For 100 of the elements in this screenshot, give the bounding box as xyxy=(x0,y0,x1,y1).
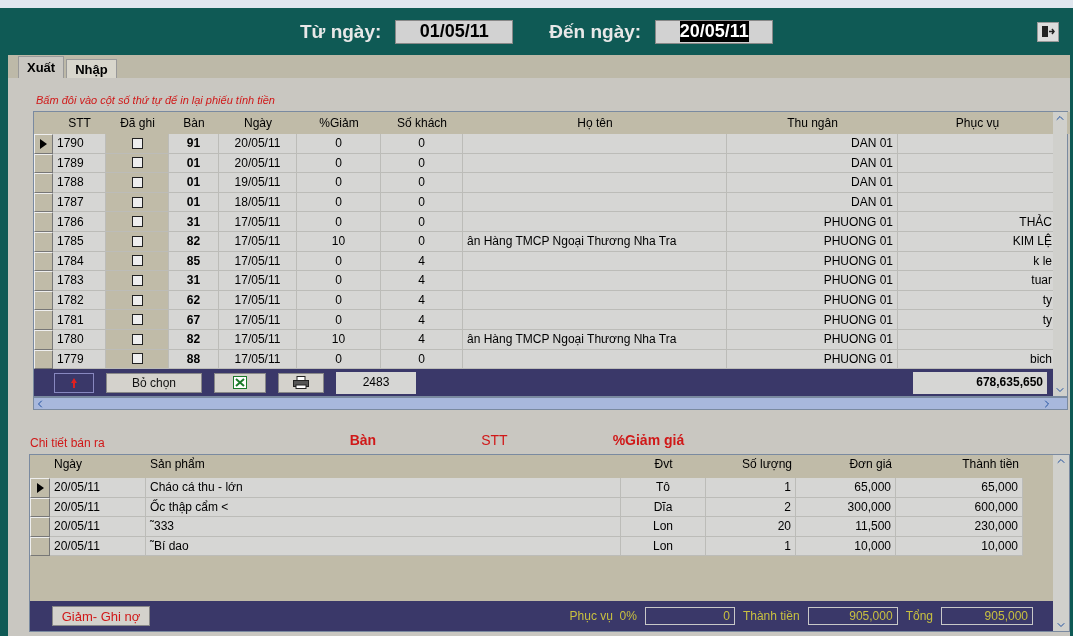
table-cell: 300,000 xyxy=(796,497,896,518)
table-cell: 1790 xyxy=(53,134,106,154)
discount-debt-button[interactable]: Giảm- Ghi nợ xyxy=(52,606,150,627)
table-cell: 0 xyxy=(381,212,463,232)
total-label: Tổng xyxy=(905,609,933,624)
checkbox[interactable] xyxy=(131,255,143,267)
tab[interactable]: Nhập xyxy=(66,59,117,78)
table-cell: 0 xyxy=(297,251,381,272)
marker-button[interactable] xyxy=(54,372,94,393)
table-cell: 17/05/11 xyxy=(219,290,297,311)
discount-label: %Giảm giá xyxy=(612,432,685,449)
table-cell: PHUONG 01 xyxy=(727,212,898,232)
checkbox[interactable] xyxy=(131,294,143,306)
table-cell: PHUONG 01 xyxy=(727,231,898,252)
row-selector[interactable] xyxy=(34,134,53,154)
spreadsheet-icon xyxy=(233,376,247,390)
table-cell: 91 xyxy=(169,134,219,154)
checkbox[interactable] xyxy=(131,157,143,169)
row-selector[interactable] xyxy=(30,478,50,498)
number-label: STT xyxy=(481,432,508,449)
from-date-field[interactable]: 01/05/11 xyxy=(395,19,514,44)
table-cell: DAN 01 xyxy=(727,153,898,174)
exit-button[interactable] xyxy=(1037,21,1059,42)
table-cell: PHUONG 01 xyxy=(727,349,898,370)
table-cell: 0 xyxy=(297,134,381,154)
table-cell: 20/05/11 xyxy=(219,153,297,174)
checkbox[interactable] xyxy=(131,274,143,286)
vertical-scrollbar[interactable] xyxy=(1053,455,1069,632)
table-cell: 31 xyxy=(169,271,219,291)
table-cell: 4 xyxy=(381,271,463,291)
table-cell: 19/05/11 xyxy=(219,173,297,193)
horizontal-scrollbar[interactable] xyxy=(33,397,1068,411)
table-cell: 0 xyxy=(381,153,463,174)
table-cell: 4 xyxy=(381,329,463,350)
tab[interactable]: Xuất xyxy=(18,56,65,78)
table-cell: 65,000 xyxy=(896,478,1023,498)
table-cell: 2 xyxy=(706,497,796,518)
count-field: 2483 xyxy=(336,371,416,394)
table-cell: Ốc thập cẩm < xyxy=(146,497,621,518)
checkbox[interactable] xyxy=(131,177,143,188)
table-cell: ˜333 xyxy=(146,517,621,537)
table-cell: 1783 xyxy=(53,271,106,291)
marker-icon xyxy=(71,377,77,388)
column-header: Thu ngân xyxy=(727,112,898,134)
checkbox[interactable] xyxy=(131,137,143,149)
table-cell: 0 xyxy=(297,349,381,370)
table-cell: 600,000 xyxy=(896,497,1023,518)
table-cell: 20/05/11 xyxy=(50,497,146,518)
service-field: 0 xyxy=(644,607,735,626)
details-title: Chi tiết bán ra xyxy=(30,436,105,451)
print-button[interactable] xyxy=(278,372,324,393)
subtotal-field: 905,000 xyxy=(807,607,898,626)
table-cell: 1779 xyxy=(53,349,106,370)
table-cell: 4 xyxy=(381,310,463,330)
table-cell: 1787 xyxy=(53,192,106,213)
table-cell: 18/05/11 xyxy=(219,192,297,213)
table-cell: 17/05/11 xyxy=(219,251,297,272)
table-cell: 0 xyxy=(381,231,463,252)
export-button[interactable] xyxy=(214,372,266,393)
checkbox[interactable] xyxy=(131,314,143,326)
table-cell: PHUONG 01 xyxy=(727,251,898,272)
table-cell: 01 xyxy=(169,173,219,193)
checkbox[interactable] xyxy=(131,333,143,345)
table-cell: Dĩa xyxy=(621,497,706,518)
printer-icon xyxy=(293,376,309,390)
table-cell: 20 xyxy=(706,517,796,537)
table-cell: 11,500 xyxy=(796,517,896,537)
table-cell: 10 xyxy=(297,231,381,252)
to-date-field[interactable]: 20/05/11 xyxy=(655,19,774,44)
checkbox[interactable] xyxy=(131,353,143,365)
table-cell: 0 xyxy=(297,173,381,193)
column-header: Ngày xyxy=(219,112,297,134)
deselect-button[interactable]: Bỏ chọn xyxy=(106,372,202,393)
table-cell: 1 xyxy=(706,536,796,557)
column-header: %Giảm xyxy=(297,112,381,134)
table-cell: 0 xyxy=(381,192,463,213)
table-cell: DAN 01 xyxy=(727,134,898,154)
table-cell: 20/05/11 xyxy=(50,536,146,557)
checkbox[interactable] xyxy=(131,235,143,247)
table-cell: 1782 xyxy=(53,290,106,311)
column-header: Bàn xyxy=(169,112,219,134)
table-cell: 4 xyxy=(381,251,463,272)
table-cell: 0 xyxy=(297,271,381,291)
table-cell: 67 xyxy=(169,310,219,330)
total-field: 678,635,650 xyxy=(913,371,1047,394)
table-cell: 1 xyxy=(706,478,796,498)
table-cell: 31 xyxy=(169,212,219,232)
checkbox[interactable] xyxy=(131,216,143,228)
table-cell: 20/05/11 xyxy=(50,478,146,498)
checkbox[interactable] xyxy=(131,196,143,208)
vertical-scrollbar[interactable] xyxy=(1053,112,1067,397)
column-header: Đã ghi xyxy=(106,112,169,134)
table-cell: 82 xyxy=(169,231,219,252)
table-cell: 1786 xyxy=(53,212,106,232)
table-cell: 17/05/11 xyxy=(219,231,297,252)
table-cell: 0 xyxy=(381,134,463,154)
table-cell: PHUONG 01 xyxy=(727,310,898,330)
table-cell: PHUONG 01 xyxy=(727,329,898,350)
table-cell: 82 xyxy=(169,329,219,350)
service-label: Phục vụ 0% xyxy=(569,609,637,624)
